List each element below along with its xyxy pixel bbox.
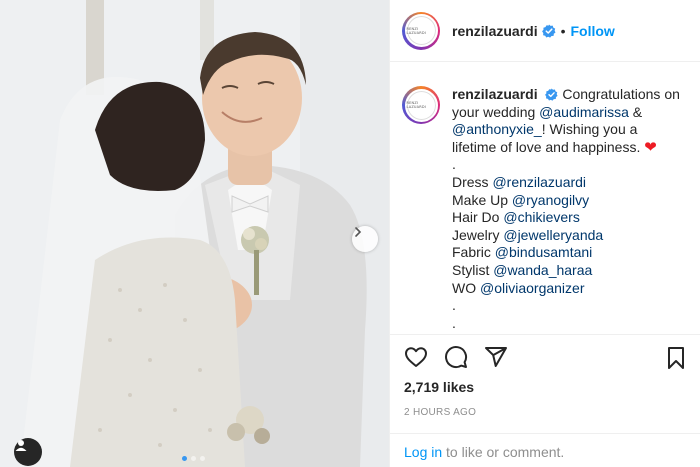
credit-label: Make Up bbox=[452, 191, 512, 208]
login-prompt: Log in to like or comment. bbox=[390, 433, 700, 467]
mention-link[interactable]: @audimarissa bbox=[539, 104, 629, 120]
caption-line: Congratulations on bbox=[562, 86, 680, 102]
mention-link[interactable]: @renzilazuardi bbox=[492, 174, 586, 190]
caption-username[interactable]: renzilazuardi bbox=[452, 86, 538, 102]
credit-label: Jewelry bbox=[452, 226, 504, 243]
post-timestamp[interactable]: 2 HOURS AGO bbox=[390, 407, 700, 418]
wedding-photo-illustration bbox=[0, 0, 389, 467]
mention-link[interactable]: @anthonyxie_ bbox=[452, 121, 542, 137]
caption-text: renzilazuardi Congratulations on your we… bbox=[452, 86, 687, 332]
carousel-dot bbox=[182, 456, 187, 461]
bookmark-icon[interactable] bbox=[665, 346, 687, 375]
login-link[interactable]: Log in bbox=[404, 444, 442, 460]
caption-line: your wedding bbox=[452, 103, 540, 120]
post-side-panel: RENZI LAZUARDI renzilazuardi • Follow RE… bbox=[389, 0, 700, 467]
verified-badge-icon bbox=[541, 24, 556, 38]
credit-label: Dress bbox=[452, 173, 493, 190]
carousel-dot bbox=[191, 456, 196, 461]
post-caption: RENZI LAZUARDI renzilazuardi Congratulat… bbox=[390, 62, 700, 334]
share-icon[interactable] bbox=[484, 345, 508, 369]
comment-icon[interactable] bbox=[444, 345, 468, 369]
credit-label: WO bbox=[452, 279, 480, 296]
tagged-users-button[interactable] bbox=[14, 438, 42, 466]
caption-line: & bbox=[628, 103, 643, 120]
header-username[interactable]: renzilazuardi bbox=[452, 23, 538, 39]
mention-link[interactable]: @chikievers bbox=[503, 209, 579, 225]
avatar-logo-text: RENZI LAZUARDI bbox=[406, 101, 427, 109]
carousel-dot bbox=[200, 456, 205, 461]
caption-line: ! Wishing you a bbox=[541, 121, 638, 138]
avatar-logo-text: RENZI LAZUARDI bbox=[406, 26, 427, 35]
caption-avatar[interactable]: RENZI LAZUARDI bbox=[402, 86, 440, 124]
heart-icon[interactable] bbox=[404, 345, 428, 369]
mention-link[interactable]: @oliviaorganizer bbox=[480, 280, 584, 296]
post-actions: 2,719 likes 2 HOURS AGO bbox=[390, 334, 700, 418]
red-heart-emoji: ❤ bbox=[644, 138, 657, 156]
mention-link[interactable]: @ryanogilvy bbox=[512, 192, 589, 208]
post-header: RENZI LAZUARDI renzilazuardi • Follow bbox=[390, 0, 700, 62]
mention-link[interactable]: @bindusamtani bbox=[495, 244, 593, 260]
likes-count[interactable]: 2,719 likes bbox=[390, 379, 700, 399]
avatar[interactable]: RENZI LAZUARDI bbox=[402, 11, 440, 50]
user-tag-icon bbox=[15, 440, 27, 451]
action-icons bbox=[390, 335, 700, 379]
caption-line: . bbox=[452, 156, 456, 173]
follow-button[interactable]: Follow bbox=[571, 23, 615, 39]
header-separator: • bbox=[560, 22, 566, 39]
post-photo[interactable] bbox=[0, 0, 389, 467]
credit-label: Fabric bbox=[452, 244, 495, 261]
credit-label: Hair Do bbox=[452, 209, 504, 226]
chevron-right-icon bbox=[355, 227, 362, 237]
next-photo-button[interactable] bbox=[352, 226, 378, 252]
login-prompt-text: to like or comment. bbox=[442, 444, 565, 460]
caption-line: lifetime of love and happiness. bbox=[452, 138, 641, 155]
credit-label: Stylist bbox=[452, 261, 494, 278]
verified-badge-icon bbox=[545, 88, 559, 101]
mention-link[interactable]: @jewelleryanda bbox=[503, 227, 603, 243]
carousel-indicator bbox=[182, 456, 205, 461]
caption-line: . bbox=[452, 297, 456, 314]
mention-link[interactable]: @wanda_haraa bbox=[493, 262, 592, 278]
caption-line: . bbox=[452, 314, 456, 331]
